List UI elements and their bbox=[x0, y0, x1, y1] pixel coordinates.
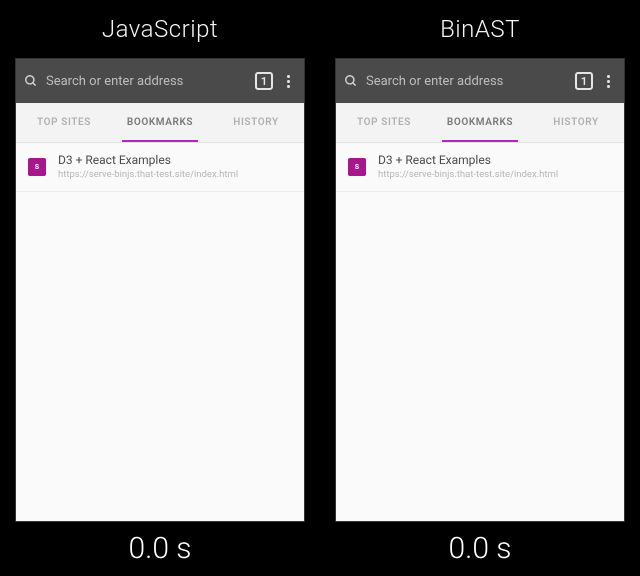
bookmark-title: D3 + React Examples bbox=[378, 153, 558, 169]
tab-history[interactable]: HISTORY bbox=[528, 103, 624, 142]
menu-button[interactable] bbox=[605, 73, 612, 90]
menu-button[interactable] bbox=[285, 73, 292, 90]
content-area bbox=[16, 192, 304, 521]
browser-topbar: Search or enter address 1 bbox=[336, 59, 624, 103]
tab-top-sites[interactable]: TOP SITES bbox=[336, 103, 432, 142]
menu-icon bbox=[607, 75, 610, 78]
tab-count-value: 1 bbox=[581, 75, 587, 88]
timer-label: 0.0 s bbox=[449, 522, 512, 576]
favicon-icon: s bbox=[348, 158, 366, 176]
tab-history[interactable]: HISTORY bbox=[208, 103, 304, 142]
bookmark-url: https://serve-binjs.that-test.site/index… bbox=[58, 169, 238, 181]
pane-title: BinAST bbox=[440, 0, 520, 58]
tab-count-button[interactable]: 1 bbox=[255, 72, 273, 90]
pane-javascript: JavaScript Search or enter address 1 bbox=[0, 0, 320, 576]
bookmark-url: https://serve-binjs.that-test.site/index… bbox=[378, 169, 558, 181]
pane-binast: BinAST Search or enter address 1 bbox=[320, 0, 640, 576]
tab-count-value: 1 bbox=[261, 75, 267, 88]
search-placeholder: Search or enter address bbox=[366, 74, 503, 89]
tab-count-button[interactable]: 1 bbox=[575, 72, 593, 90]
favicon-icon: s bbox=[28, 158, 46, 176]
browser-topbar: Search or enter address 1 bbox=[16, 59, 304, 103]
bookmark-item[interactable]: s D3 + React Examples https://serve-binj… bbox=[336, 143, 624, 192]
browser-window: Search or enter address 1 TOP SITES BOOK… bbox=[15, 58, 305, 522]
tab-bookmarks[interactable]: BOOKMARKS bbox=[432, 103, 528, 142]
tab-top-sites[interactable]: TOP SITES bbox=[16, 103, 112, 142]
search-icon bbox=[344, 74, 358, 88]
menu-icon bbox=[287, 75, 290, 78]
search-input[interactable]: Search or enter address bbox=[344, 74, 571, 89]
browser-window: Search or enter address 1 TOP SITES BOOK… bbox=[335, 58, 625, 522]
content-area bbox=[336, 192, 624, 521]
tabs-row: TOP SITES BOOKMARKS HISTORY bbox=[336, 103, 624, 143]
bookmark-title: D3 + React Examples bbox=[58, 153, 238, 169]
tabs-row: TOP SITES BOOKMARKS HISTORY bbox=[16, 103, 304, 143]
tab-bookmarks[interactable]: BOOKMARKS bbox=[112, 103, 208, 142]
pane-title: JavaScript bbox=[102, 0, 218, 58]
timer-label: 0.0 s bbox=[129, 522, 192, 576]
search-placeholder: Search or enter address bbox=[46, 74, 183, 89]
search-input[interactable]: Search or enter address bbox=[24, 74, 251, 89]
bookmark-item[interactable]: s D3 + React Examples https://serve-binj… bbox=[16, 143, 304, 192]
search-icon bbox=[24, 74, 38, 88]
